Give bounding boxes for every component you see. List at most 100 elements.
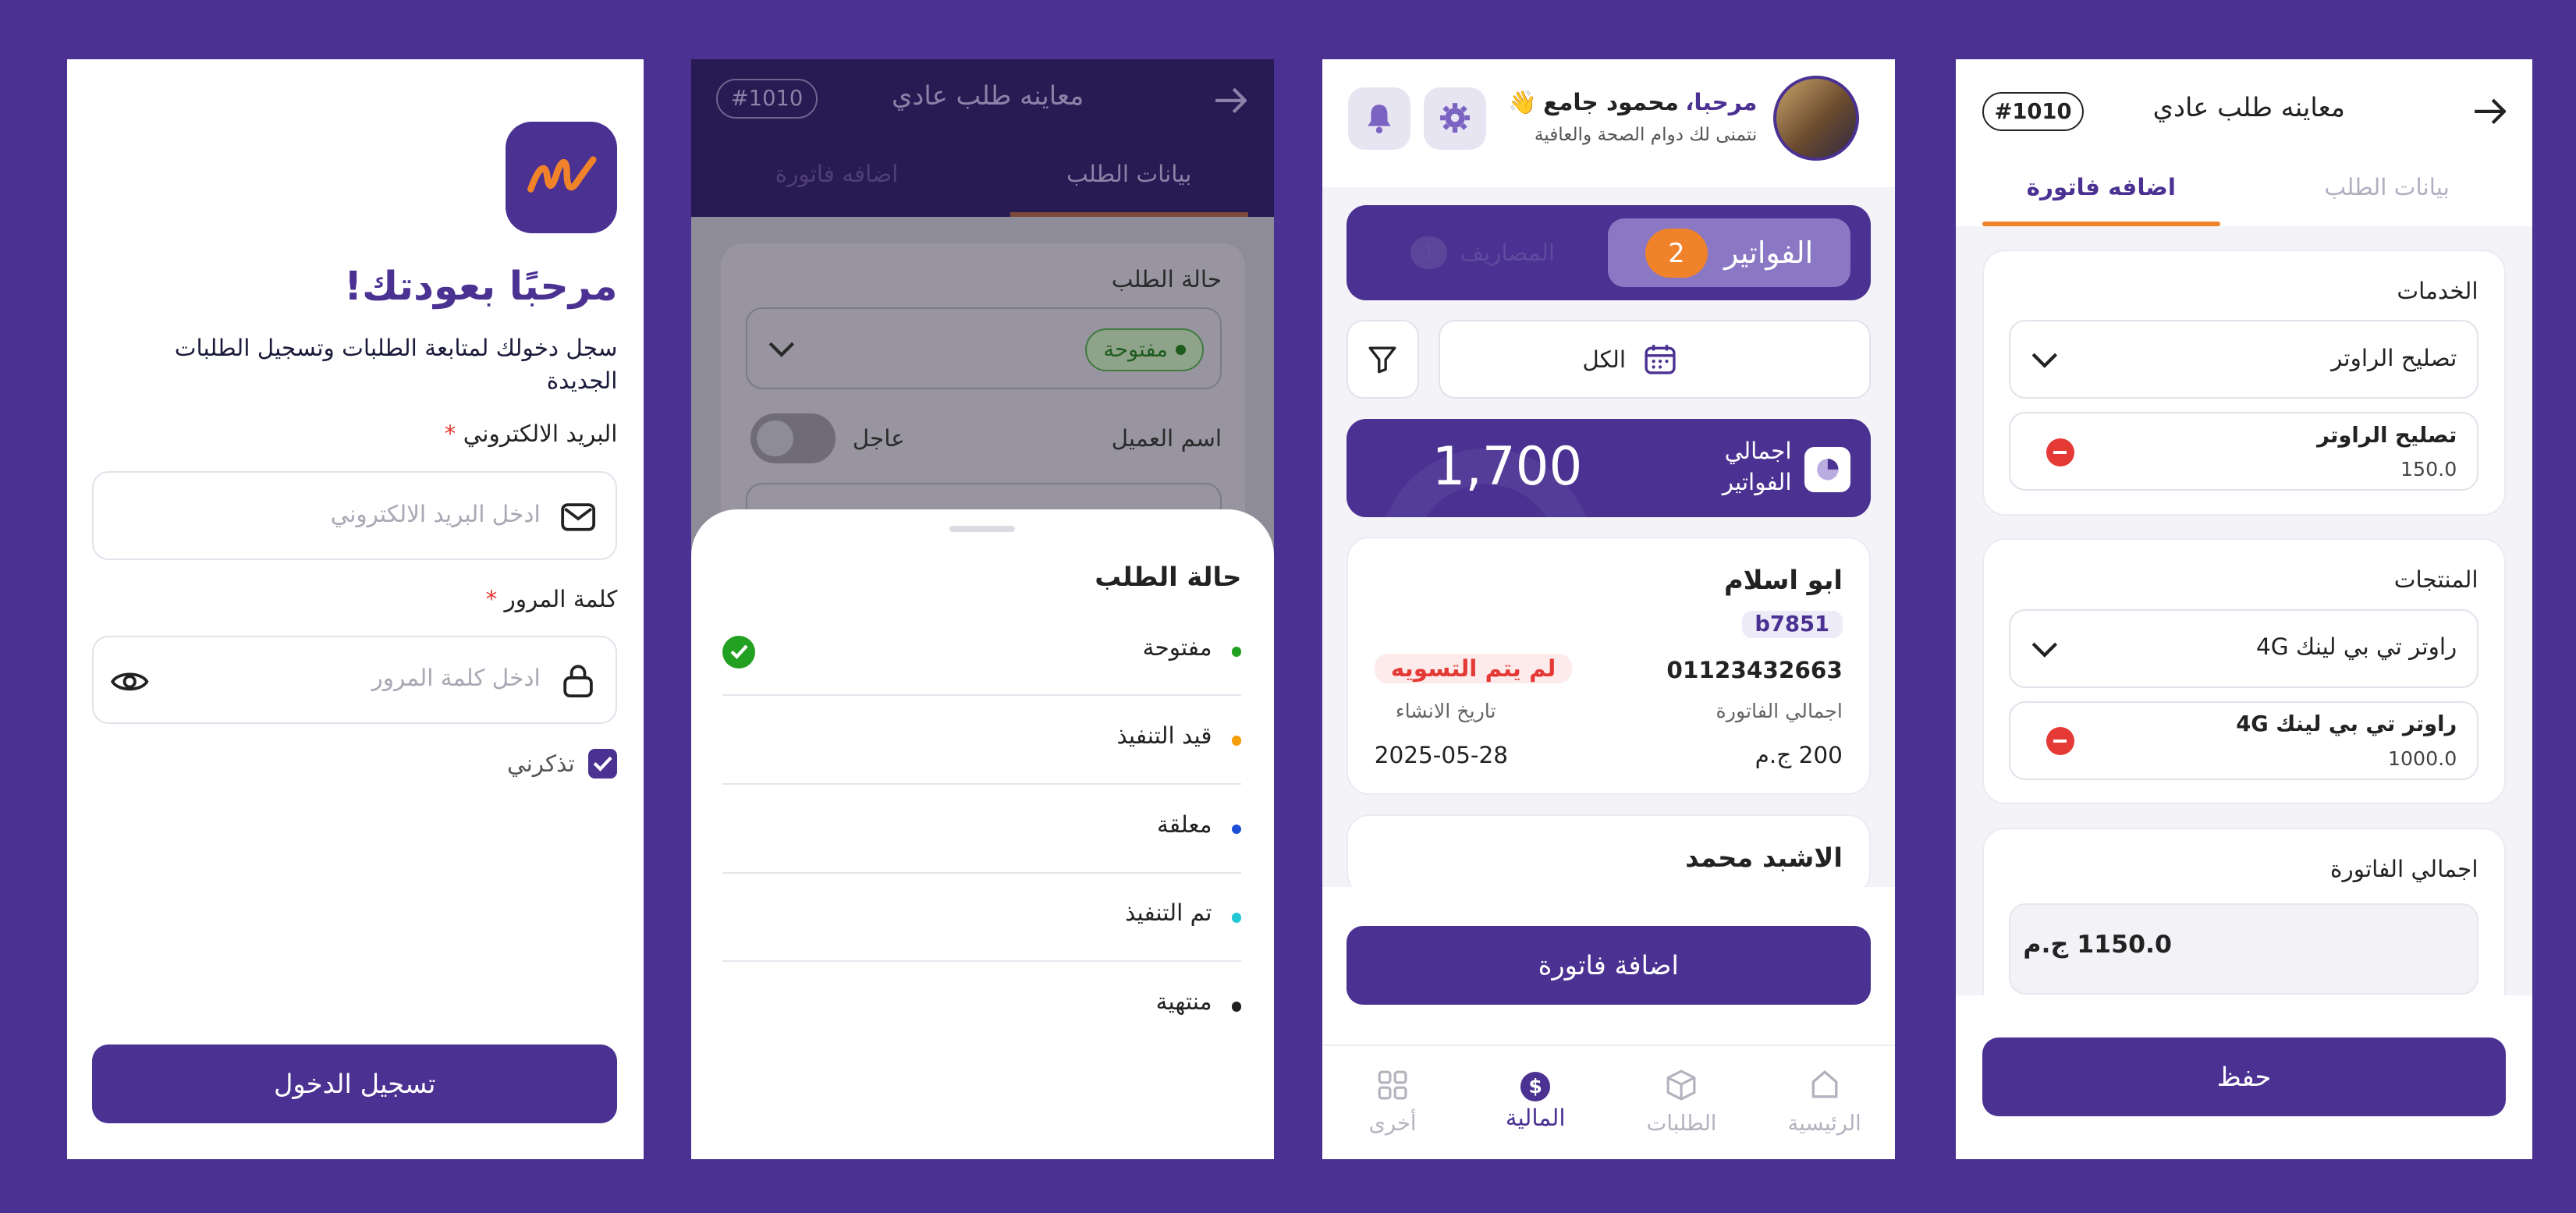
urgent-toggle[interactable] — [750, 413, 836, 463]
tab-order-data[interactable]: بيانات الطلب — [1010, 161, 1248, 187]
login-button[interactable]: تسجيل الدخول — [91, 1044, 618, 1123]
filter-button[interactable] — [1347, 320, 1419, 399]
products-card: المنتجات راوتر تي بي لينك 4G راوتر تي بي… — [1982, 538, 2507, 805]
back-arrow-icon[interactable] — [2470, 92, 2510, 132]
invoice-card[interactable]: ابو اسلام b7851 01123432663 لم يتم التسو… — [1347, 537, 1871, 795]
service-item: تصليح الراوتر 150.0 — [2008, 412, 2478, 491]
order-header: معاينه طلب عادي #1010 بيانات الطلب اضافه… — [691, 59, 1275, 217]
status-option[interactable]: قيد التنفيذ — [722, 696, 1242, 786]
save-button[interactable]: حفظ — [1982, 1037, 2507, 1117]
add-invoice-button[interactable]: اضافة فاتورة — [1347, 926, 1871, 1006]
period-filter[interactable]: الكل — [1438, 320, 1871, 399]
invoice-total-value: 200 ج.م — [1755, 742, 1843, 769]
settings-button[interactable] — [1424, 87, 1486, 150]
avatar[interactable] — [1773, 75, 1859, 161]
password-field[interactable]: ادخل كلمة المرور — [91, 635, 618, 725]
nav-orders[interactable]: الطلبات — [1624, 1069, 1739, 1136]
status-chip-label: مفتوحة — [1103, 337, 1168, 362]
logo-mark-icon — [527, 155, 597, 193]
profile-header: مرحبا، محمود جامع 👋 نتمنى لك دوام الصحة … — [1322, 59, 1896, 187]
invoice-total-field: 1150.0 ج.م — [2008, 903, 2478, 995]
add-invoice-footer: اضافة فاتورة — [1322, 886, 1896, 1045]
nav-home[interactable]: الرئيسية — [1767, 1069, 1882, 1136]
order-status-select[interactable]: مفتوحة — [745, 307, 1222, 389]
tab-invoices[interactable]: الفواتير 2 — [1607, 218, 1851, 288]
email-input[interactable]: ادخل البريد الالكتروني — [331, 501, 541, 527]
back-arrow-icon[interactable] — [1212, 82, 1248, 118]
urgent-label: عاجل — [852, 425, 905, 452]
product-item-price: 1000.0 — [2387, 747, 2457, 770]
status-color-dot — [1231, 824, 1242, 835]
sheet-handle[interactable] — [949, 525, 1015, 532]
nav-other[interactable]: أخرى — [1335, 1069, 1449, 1136]
box-icon — [1667, 1069, 1696, 1101]
status-option[interactable]: معلقة — [722, 785, 1242, 874]
status-option[interactable]: منتهية — [722, 962, 1242, 1051]
nav-finance-label: المالية — [1505, 1104, 1566, 1131]
password-input[interactable]: ادخل كلمة المرور — [372, 665, 541, 691]
remember-row[interactable]: تذكرني — [507, 748, 618, 779]
status-option-label: منتهية — [1155, 988, 1212, 1016]
chevron-down-icon — [767, 335, 797, 364]
user-name: محمود جامع — [1543, 88, 1679, 115]
required-mark: * — [444, 420, 456, 447]
tab-expenses-count: 1 — [1410, 236, 1447, 270]
email-label-row: البريد الالكتروني * — [445, 420, 618, 447]
invoices-total-label: اجمالي الفواتير — [1722, 437, 1792, 495]
tab-active-indicator — [1982, 222, 2220, 227]
eye-icon[interactable] — [110, 661, 150, 701]
finance-screen: مرحبا، محمود جامع 👋 نتمنى لك دوام الصحة … — [1322, 59, 1896, 1160]
tab-active-indicator — [1009, 211, 1248, 217]
status-bottom-sheet: حالة الطلب مفتوحة قيد التنفيذ معلقة تم التن… — [691, 509, 1275, 1160]
invoice-tabs: الفواتير 2 المصاريف 1 — [1347, 205, 1871, 301]
order-title: معاينه طلب عادي — [2152, 91, 2345, 122]
order-header: معاينه طلب عادي #1010 بيانات الطلب اضافه… — [1956, 59, 2532, 227]
order-badge: #1010 — [715, 79, 818, 119]
remove-product-icon[interactable] — [2046, 727, 2074, 756]
remember-checkbox[interactable] — [587, 748, 618, 779]
status-option-label: تم التنفيذ — [1125, 899, 1212, 927]
tab-expenses[interactable]: المصاريف 1 — [1376, 218, 1590, 287]
status-color-dot — [1231, 913, 1242, 923]
services-label: الخدمات — [2397, 277, 2478, 304]
dollar-icon: $ — [1520, 1071, 1551, 1101]
check-icon — [593, 756, 612, 772]
email-label: البريد الالكتروني — [463, 420, 618, 447]
invoice-status-badge: لم يتم التسويه — [1374, 653, 1573, 683]
tab-add-invoice[interactable]: اضافه فاتورة — [1982, 174, 2220, 200]
filter-icon — [1368, 346, 1396, 374]
status-option[interactable]: تم التنفيذ — [722, 874, 1242, 963]
status-option[interactable]: مفتوحة — [722, 608, 1242, 697]
invoice-date-label: تاريخ الانشاء — [1395, 699, 1496, 722]
sheet-title: حالة الطلب — [1095, 561, 1242, 592]
email-field[interactable]: ادخل البريد الالكتروني — [91, 471, 618, 560]
status-sheet-screen: معاينه طلب عادي #1010 بيانات الطلب اضافه… — [691, 59, 1275, 1160]
nav-finance[interactable]: $ المالية — [1478, 1069, 1593, 1131]
services-select[interactable]: تصليح الراوتر — [2008, 320, 2478, 399]
invoices-total-value: 1,700 — [1432, 434, 1583, 497]
notifications-button[interactable] — [1348, 87, 1411, 150]
status-option-label: معلقة — [1157, 810, 1212, 838]
password-label-row: كلمة المرور * — [485, 586, 617, 612]
bell-icon — [1368, 105, 1391, 134]
grid-icon — [1378, 1070, 1407, 1100]
remove-service-icon[interactable] — [2046, 438, 2074, 466]
add-invoice-screen: معاينه طلب عادي #1010 بيانات الطلب اضافه… — [1956, 59, 2532, 1160]
selected-check-icon — [722, 635, 756, 669]
tab-order-data[interactable]: بيانات الطلب — [2268, 174, 2506, 200]
invoice-card-partial[interactable]: الاشبد محمد — [1347, 814, 1871, 897]
products-select[interactable]: راوتر تي بي لينك 4G — [2008, 608, 2478, 688]
nav-other-label: أخرى — [1368, 1111, 1417, 1136]
invoice-total-value: 1150.0 ج.م — [2023, 931, 2172, 959]
lock-icon — [560, 661, 596, 701]
mail-icon — [560, 499, 596, 535]
welcome-title: مرحبًا بعودتك! — [344, 262, 618, 309]
service-item-price: 150.0 — [2400, 458, 2457, 481]
tab-add-invoice[interactable]: اضافه فاتورة — [718, 161, 956, 187]
tab-invoices-label: الفواتير — [1723, 236, 1814, 271]
invoice-code-badge: b7851 — [1741, 610, 1843, 639]
chevron-down-icon — [2030, 346, 2060, 376]
invoices-total-card: اجمالي الفواتير 1,700 — [1347, 418, 1871, 518]
welcome-subtitle: سجل دخولك لمتابعة الطلبات وتسجيل الطلبات… — [174, 335, 618, 395]
product-item-name: راوتر تي بي لينك 4G — [2236, 712, 2457, 737]
